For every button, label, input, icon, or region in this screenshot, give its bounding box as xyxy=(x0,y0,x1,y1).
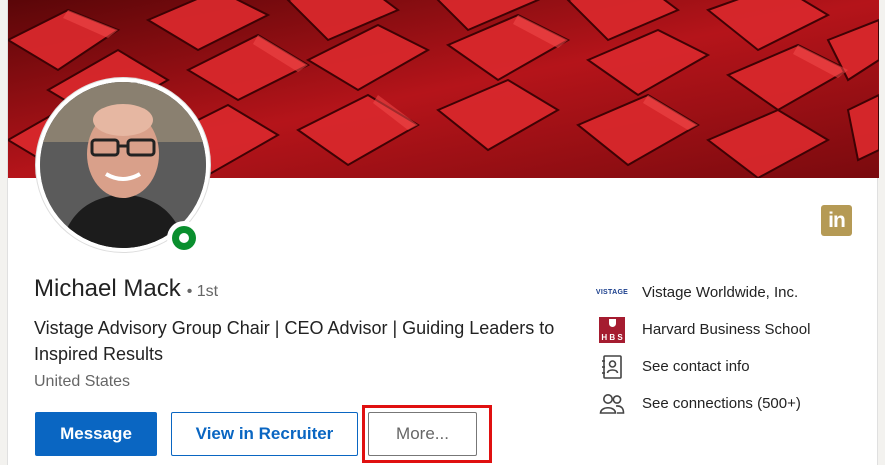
profile-name: Michael Mack xyxy=(34,275,181,302)
sidebar-item-label: See contact info xyxy=(642,358,750,375)
contact-card-icon xyxy=(599,354,625,380)
name-row: Michael Mack • 1st xyxy=(34,275,218,303)
profile-location: United States xyxy=(34,373,131,390)
sidebar-item-company[interactable]: VISTAGE Vistage Worldwide, Inc. xyxy=(595,274,869,311)
linkedin-icon: in xyxy=(821,205,852,236)
online-status-icon xyxy=(167,221,201,255)
sidebar-item-label: Harvard Business School xyxy=(642,321,811,338)
sidebar-item-label: See connections (500+) xyxy=(642,395,801,412)
sidebar-item-contact-info[interactable]: See contact info xyxy=(599,348,869,385)
view-in-recruiter-button[interactable]: View in Recruiter xyxy=(171,412,358,456)
message-button[interactable]: Message xyxy=(35,412,157,456)
sidebar-item-label: Vistage Worldwide, Inc. xyxy=(642,284,799,301)
people-icon xyxy=(599,391,625,417)
profile-card: in Michael Mack • 1st Vistage Advisory G… xyxy=(7,0,879,465)
profile-headline: Vistage Advisory Group Chair | CEO Advis… xyxy=(34,318,555,364)
profile-sidebar: VISTAGE Vistage Worldwide, Inc. H B S Ha… xyxy=(595,274,869,422)
connection-degree: • 1st xyxy=(186,283,219,300)
highlight-box xyxy=(362,405,492,463)
sidebar-item-connections[interactable]: See connections (500+) xyxy=(599,385,869,422)
sidebar-item-school[interactable]: H B S Harvard Business School xyxy=(599,311,869,348)
vistage-logo-icon: VISTAGE xyxy=(595,289,629,296)
hbs-logo-icon: H B S xyxy=(599,316,625,343)
